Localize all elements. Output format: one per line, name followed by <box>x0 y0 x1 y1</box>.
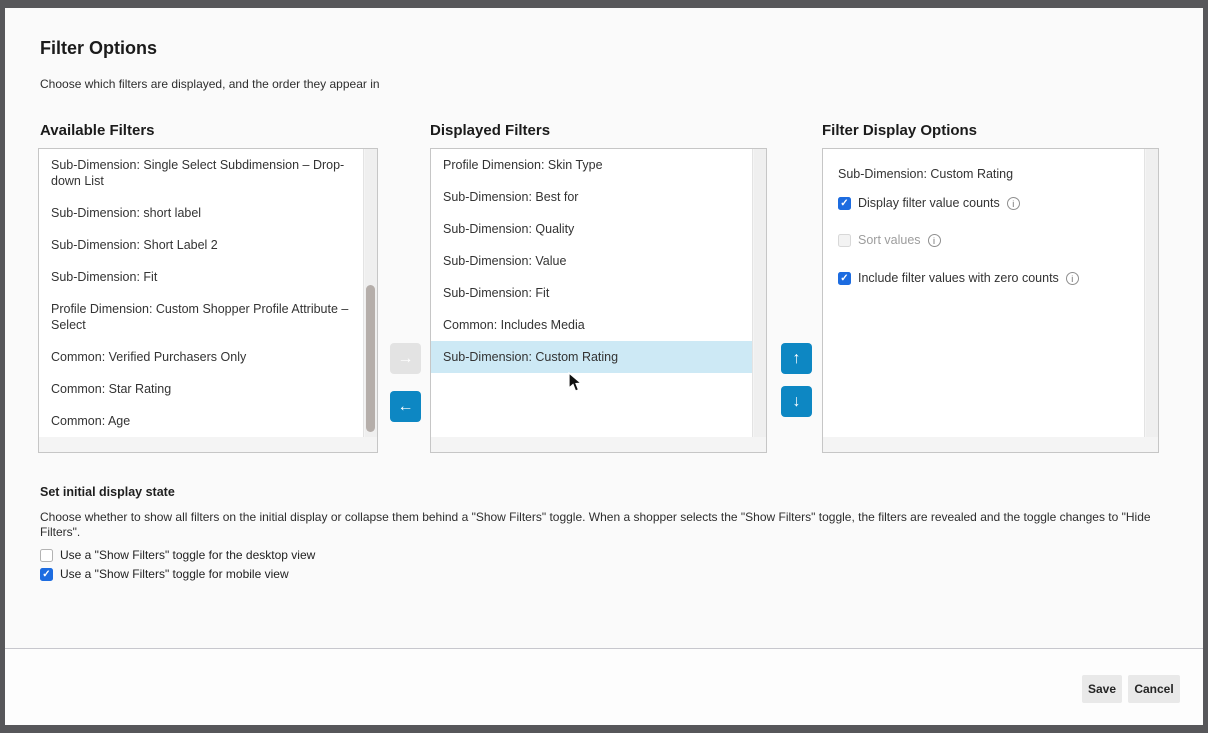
filter-options-page: Filter Options Choose which filters are … <box>5 8 1203 725</box>
available-filter-item[interactable]: Sub-Dimension: Fit <box>39 261 363 293</box>
checkbox-label: Use a "Show Filters" toggle for the desk… <box>60 548 315 562</box>
option-row-zero-counts: ✓ Include filter values with zero counts… <box>838 271 1079 285</box>
option-row-sort-values: ✓ Sort values i <box>838 233 941 247</box>
available-filters-heading: Available Filters <box>40 122 155 139</box>
check-icon: ✓ <box>839 198 850 209</box>
footer-divider <box>5 648 1203 649</box>
initial-display-state-description: Choose whether to show all filters on th… <box>40 510 1165 540</box>
cancel-button[interactable]: Cancel <box>1128 675 1180 703</box>
available-filter-item[interactable]: Sub-Dimension: short label <box>39 197 363 229</box>
show-filters-desktop-checkbox[interactable]: ✓ <box>40 549 53 562</box>
checkbox-label: Include filter values with zero counts <box>858 271 1059 285</box>
scrollbar-track[interactable] <box>754 149 766 437</box>
displayed-filter-item[interactable]: Sub-Dimension: Value <box>431 245 752 277</box>
move-up-button[interactable]: ↑ <box>781 343 812 374</box>
info-icon[interactable]: i <box>1007 197 1020 210</box>
filter-display-options-panel: Sub-Dimension: Custom Rating ✓ Display f… <box>822 148 1159 453</box>
page-subtitle: Choose which filters are displayed, and … <box>40 77 380 91</box>
selected-filter-name: Sub-Dimension: Custom Rating <box>838 167 1013 181</box>
available-filter-item[interactable]: Common: Verified Purchasers Only <box>39 341 363 373</box>
info-icon[interactable]: i <box>1066 272 1079 285</box>
displayed-filter-item[interactable]: Profile Dimension: Skin Type <box>431 149 752 181</box>
displayed-filter-item[interactable]: Sub-Dimension: Quality <box>431 213 752 245</box>
option-row-display-counts: ✓ Display filter value counts i <box>838 196 1020 210</box>
desktop-toggle-row: ✓ Use a "Show Filters" toggle for the de… <box>40 548 315 562</box>
mobile-toggle-row: ✓ Use a "Show Filters" toggle for mobile… <box>40 567 289 581</box>
filter-display-options-box: Sub-Dimension: Custom Rating ✓ Display f… <box>823 149 1145 437</box>
displayed-filter-item[interactable]: Sub-Dimension: Custom Rating <box>431 341 752 373</box>
page-title: Filter Options <box>40 38 157 59</box>
include-zero-counts-checkbox[interactable]: ✓ <box>838 272 851 285</box>
displayed-filter-item[interactable]: Sub-Dimension: Best for <box>431 181 752 213</box>
available-filter-item[interactable]: Sub-Dimension: Single Select Subdimensio… <box>39 149 363 197</box>
available-filter-item[interactable]: Profile Dimension: Custom Shopper Profil… <box>39 293 363 341</box>
window-frame: Filter Options Choose which filters are … <box>0 0 1208 733</box>
displayed-filters-heading: Displayed Filters <box>430 122 550 139</box>
available-filters-panel: Sub-Dimension: Single Select Subdimensio… <box>38 148 378 453</box>
move-down-button[interactable]: ↓ <box>781 386 812 417</box>
scrollbar-track[interactable] <box>365 149 377 437</box>
check-icon: ✓ <box>41 569 52 580</box>
footer <box>5 649 1203 725</box>
available-filter-item[interactable]: Common: Age <box>39 405 363 437</box>
displayed-filter-item[interactable]: Sub-Dimension: Fit <box>431 277 752 309</box>
scrollbar-track[interactable] <box>1146 149 1158 437</box>
mouse-cursor <box>568 372 582 393</box>
move-right-button[interactable]: → <box>390 343 421 374</box>
displayed-filters-panel: Profile Dimension: Skin TypeSub-Dimensio… <box>430 148 767 453</box>
check-icon: ✓ <box>839 273 850 284</box>
displayed-filters-list[interactable]: Profile Dimension: Skin TypeSub-Dimensio… <box>431 149 753 437</box>
save-button[interactable]: Save <box>1082 675 1122 703</box>
display-filter-value-counts-checkbox[interactable]: ✓ <box>838 197 851 210</box>
show-filters-mobile-checkbox[interactable]: ✓ <box>40 568 53 581</box>
checkbox-label: Sort values <box>858 233 921 247</box>
checkbox-label: Display filter value counts <box>858 196 1000 210</box>
checkbox-label: Use a "Show Filters" toggle for mobile v… <box>60 567 289 581</box>
available-filter-item[interactable]: Common: Star Rating <box>39 373 363 405</box>
initial-display-state-heading: Set initial display state <box>40 485 175 499</box>
sort-values-checkbox[interactable]: ✓ <box>838 234 851 247</box>
filter-display-options-heading: Filter Display Options <box>822 122 977 139</box>
available-filter-item[interactable]: Sub-Dimension: Short Label 2 <box>39 229 363 261</box>
move-left-button[interactable]: ← <box>390 391 421 422</box>
available-filters-list[interactable]: Sub-Dimension: Single Select Subdimensio… <box>39 149 364 437</box>
displayed-filter-item[interactable]: Common: Includes Media <box>431 309 752 341</box>
scrollbar-thumb[interactable] <box>366 285 375 432</box>
info-icon[interactable]: i <box>928 234 941 247</box>
